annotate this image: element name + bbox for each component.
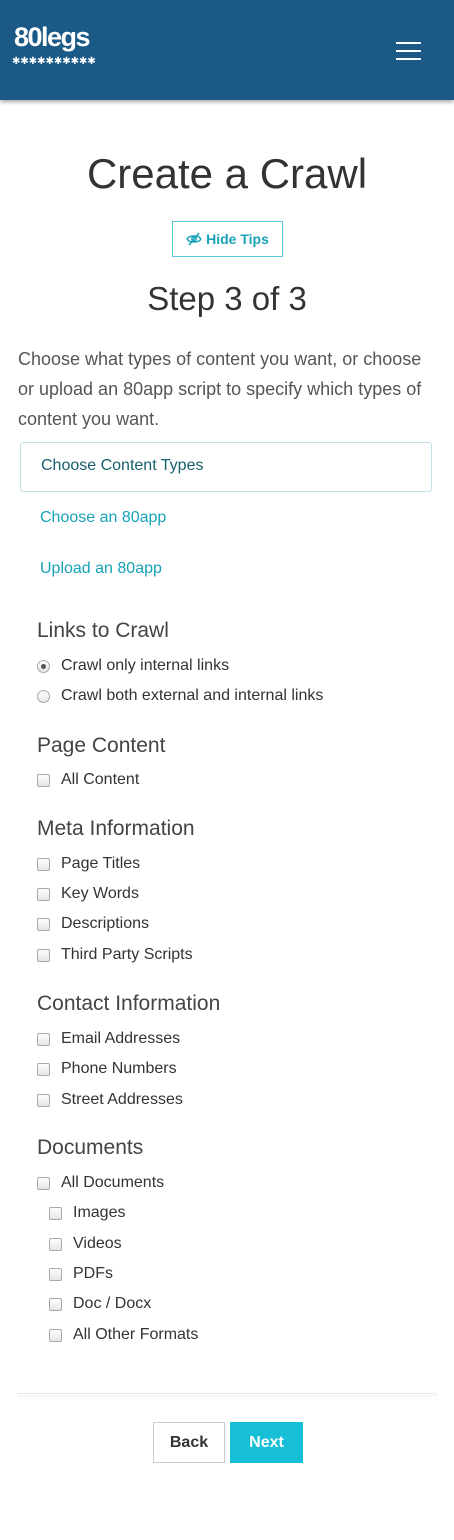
checkbox-all-other-formats[interactable]: All Other Formats [49, 1325, 198, 1345]
checkbox-pdfs[interactable]: PDFs [49, 1264, 113, 1284]
radio-label: Crawl both external and internal links [61, 687, 324, 704]
checkbox-street-addresses[interactable]: Street Addresses [37, 1090, 183, 1110]
checkbox-label: Street Addresses [61, 1091, 183, 1108]
checkbox[interactable] [49, 1297, 62, 1311]
checkbox-label: All Content [61, 771, 140, 788]
radio-button[interactable] [37, 689, 50, 703]
checkbox-label: Videos [73, 1235, 122, 1252]
checkbox[interactable] [37, 1093, 50, 1107]
radio-label: Crawl only internal links [61, 657, 230, 674]
checkbox-third-party-scripts[interactable]: Third Party Scripts [37, 945, 193, 965]
checkbox-page-titles[interactable]: Page Titles [37, 854, 140, 874]
top-navbar: 80legs ✱✱✱✱✱✱✱✱✱✱ [0, 0, 454, 100]
checkbox[interactable] [37, 948, 50, 962]
next-button[interactable]: Next [230, 1422, 303, 1463]
divider [17, 1393, 437, 1396]
checkbox[interactable] [49, 1267, 62, 1281]
eye-slash-icon [186, 232, 202, 246]
checkbox-label: Third Party Scripts [61, 946, 193, 963]
links-to-crawl-heading: Links to Crawl [37, 619, 169, 642]
page-content-heading: Page Content [37, 734, 166, 757]
radio-external-internal-links[interactable]: Crawl both external and internal links [37, 686, 323, 706]
tab-choose-80app[interactable]: Choose an 80app [40, 509, 166, 527]
checkbox[interactable] [49, 1237, 62, 1251]
page-title: Create a Crawl [86, 150, 368, 197]
checkbox-descriptions[interactable]: Descriptions [37, 914, 149, 934]
intro-text: Choose what types of content you want, o… [18, 349, 422, 429]
meta-information-heading: Meta Information [37, 817, 195, 840]
checkbox-label: Doc / Docx [73, 1295, 152, 1312]
checkbox[interactable] [37, 887, 50, 901]
hamburger-menu-icon[interactable] [394, 40, 422, 62]
checkbox-email-addresses[interactable]: Email Addresses [37, 1029, 180, 1049]
back-button[interactable]: Back [153, 1422, 225, 1463]
checkbox[interactable] [37, 857, 50, 871]
documents-heading: Documents [37, 1136, 144, 1159]
contact-information-heading: Contact Information [37, 992, 221, 1015]
checkbox-doc-docx[interactable]: Doc / Docx [49, 1294, 151, 1314]
checkbox-label: PDFs [73, 1265, 113, 1282]
radio-internal-links[interactable]: Crawl only internal links [37, 656, 229, 676]
checkbox-key-words[interactable]: Key Words [37, 884, 139, 904]
hide-tips-button[interactable]: Hide Tips [172, 221, 283, 257]
checkbox-label: Page Titles [61, 855, 141, 872]
checkbox-all-content[interactable]: All Content [37, 770, 139, 790]
logo[interactable]: 80legs [14, 22, 91, 52]
checkbox-label: Email Addresses [61, 1030, 181, 1047]
checkbox-phone-numbers[interactable]: Phone Numbers [37, 1059, 177, 1079]
tab-choose-content-types[interactable]: Choose Content Types [20, 442, 432, 492]
checkbox-label: Descriptions [61, 915, 150, 932]
checkbox-videos[interactable]: Videos [49, 1234, 122, 1254]
checkbox-label: Phone Numbers [61, 1060, 177, 1077]
tab-upload-80app[interactable]: Upload an 80app [40, 560, 162, 578]
logo-tagline-decoration: ✱✱✱✱✱✱✱✱✱✱ [12, 56, 96, 67]
checkbox[interactable] [49, 1328, 62, 1342]
checkbox-label: Key Words [61, 885, 139, 902]
checkbox[interactable] [37, 773, 50, 787]
hide-tips-label: Hide Tips [206, 231, 269, 247]
checkbox[interactable] [37, 1032, 50, 1046]
step-indicator: Step 3 of 3 [147, 280, 307, 317]
checkbox-label: Images [73, 1204, 126, 1221]
checkbox-label: All Documents [61, 1174, 165, 1191]
checkbox[interactable] [49, 1206, 62, 1220]
checkbox-images[interactable]: Images [49, 1203, 125, 1223]
checkbox-label: All Other Formats [73, 1326, 199, 1343]
checkbox[interactable] [37, 917, 50, 931]
checkbox[interactable] [37, 1176, 50, 1190]
checkbox[interactable] [37, 1062, 50, 1076]
radio-button-checked[interactable] [37, 659, 50, 673]
checkbox-all-documents[interactable]: All Documents [37, 1173, 164, 1193]
